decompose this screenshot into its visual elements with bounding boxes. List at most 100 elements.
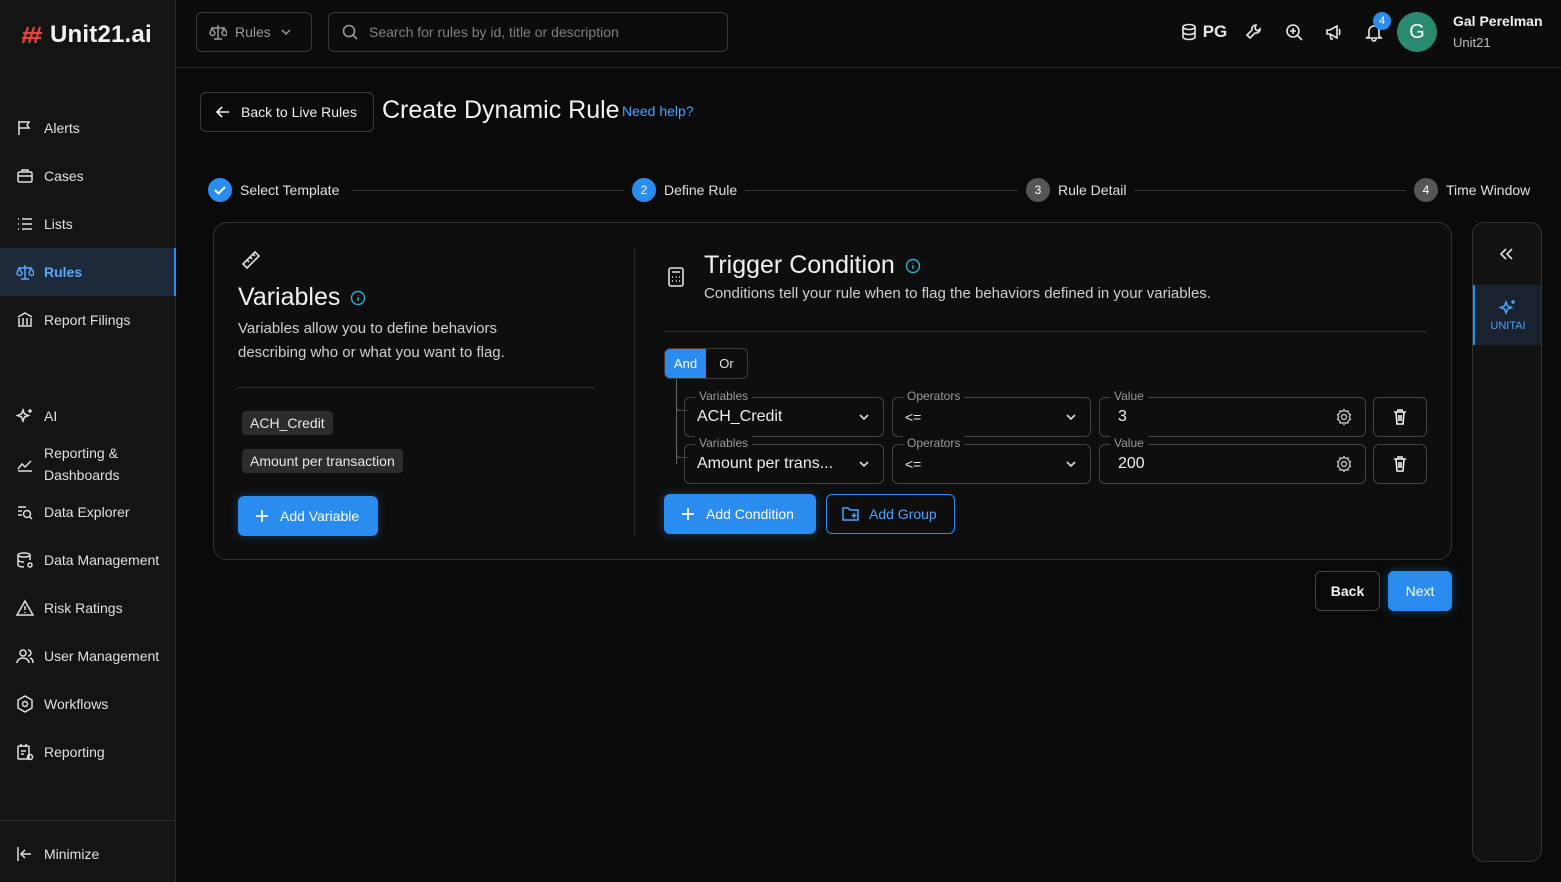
sparkle-icon [1499,299,1515,316]
trash-icon [1394,409,1406,425]
variables-description: Variables allow you to define behaviors … [238,320,505,361]
sidebar-item-lists[interactable]: Lists [0,200,176,248]
stepper-connector [1134,190,1406,191]
announcements-button[interactable] [1314,14,1354,50]
sidebar-item-ai[interactable]: AI [0,392,176,440]
report-icon [17,744,34,761]
add-condition-label: Add Condition [706,506,794,522]
step-define-rule[interactable]: 2 Define Rule [632,178,737,202]
scope-select[interactable]: Rules [196,12,312,52]
user-name: Gal Perelman [1453,13,1543,29]
add-group-button[interactable]: Add Group [826,494,955,534]
sidebar-item-reporting[interactable]: Reporting [0,728,176,776]
sparkle-icon [16,407,32,424]
back-to-live-rules-button[interactable]: Back to Live Rules [200,92,374,132]
step-rule-detail[interactable]: 3 Rule Detail [1026,178,1126,202]
gear-icon[interactable] [1335,455,1353,473]
scale-icon [209,25,227,40]
operator-select[interactable]: Operators <= [892,436,1091,484]
sidebar-item-label: Reporting & Dashboards [44,442,120,486]
operator-value: <= [905,409,922,425]
variable-value: ACH_Credit [697,408,783,425]
info-icon[interactable] [905,258,921,274]
variable-select[interactable]: Variables Amount per trans... [684,436,884,484]
topbar: Rules PG 4 G Gal Perelman Unit21 [176,0,1561,68]
stepper-connector [745,190,1018,191]
topbar-actions: PG 4 [1174,12,1394,50]
step-label: Define Rule [664,182,738,198]
sidebar-item-data-management[interactable]: Data Management [0,536,176,584]
database-label: PG [1202,22,1228,41]
page-title: Create Dynamic Rule [382,96,620,124]
sidebar-item-label: Risk Ratings [44,600,123,616]
variable-select[interactable]: Variables ACH_Credit [684,389,884,437]
trigger-description: Conditions tell your rule when to flag t… [704,285,1211,302]
variable-value: Amount per trans... [697,455,834,472]
briefcase-icon [17,169,33,183]
sidebar-item-label: User Management [44,648,160,664]
chevron-down-icon [1066,461,1076,468]
gear-icon[interactable] [1335,408,1353,426]
delete-condition-button[interactable] [1373,444,1427,484]
gear-flow-icon [17,695,33,713]
avatar[interactable]: G [1397,12,1437,52]
plus-icon [256,510,268,522]
step-number: 4 [1414,178,1438,202]
unitai-tab[interactable]: UNITAI [1473,285,1541,345]
chevron-down-icon [859,461,869,468]
variables-title: Variables [238,283,341,311]
check-icon [214,186,226,195]
add-condition-button[interactable]: Add Condition [664,494,816,534]
arrow-left-icon [215,106,229,118]
sidebar-item-workflows[interactable]: Workflows [0,680,176,728]
variable-chip[interactable]: Amount per transaction [242,449,403,473]
minimize-button[interactable]: Minimize [0,830,176,878]
sidebar-item-reporting-dashboards[interactable]: Reporting & Dashboards [0,440,176,488]
list-icon [18,218,32,230]
value-input[interactable]: Value 200 [1099,436,1366,484]
warning-icon [16,599,34,616]
sidebar-item-label: Cases [44,168,84,184]
chevron-down-icon [281,29,291,36]
operator-select[interactable]: Operators <= [892,389,1091,437]
info-icon[interactable] [350,290,366,306]
sidebar: Unit21.ai Alerts Cases Lists Rules Repor… [0,0,176,882]
sidebar-item-risk-ratings[interactable]: Risk Ratings [0,584,176,632]
variable-chip[interactable]: ACH_Credit [242,411,333,435]
sidebar-item-data-explorer[interactable]: Data Explorer [0,488,176,536]
sidebar-item-user-management[interactable]: User Management [0,632,176,680]
tools-button[interactable] [1234,14,1274,50]
add-variable-button[interactable]: Add Variable [238,496,378,536]
panel-divider [634,247,635,537]
delete-condition-button[interactable] [1373,397,1427,437]
investigate-button[interactable] [1274,14,1314,50]
notifications-button[interactable]: 4 [1354,12,1394,50]
sidebar-item-rules[interactable]: Rules [0,248,176,296]
minimize-label: Minimize [44,846,100,862]
logic-or-option[interactable]: Or [706,349,747,378]
logic-and-option[interactable]: And [665,349,706,378]
sidebar-item-report-filings[interactable]: Report Filings [0,296,176,344]
flag-icon [18,121,31,135]
step-select-template[interactable]: Select Template [208,178,339,202]
sidebar-item-alerts[interactable]: Alerts [0,104,176,152]
search-input[interactable] [369,24,709,40]
step-number: 3 [1026,178,1050,202]
next-button[interactable]: Next [1388,571,1452,611]
value-text: 200 [1118,455,1145,472]
value-input[interactable]: Value 3 [1099,389,1366,437]
trash-icon [1394,456,1406,472]
step-time-window[interactable]: 4 Time Window [1414,178,1530,202]
database-switcher[interactable]: PG [1174,14,1234,50]
step-label: Rule Detail [1058,182,1127,198]
define-rule-card: Variables Variables allow you to define … [213,222,1452,560]
expand-panel-button[interactable] [1495,243,1517,265]
sidebar-item-label-line1: Reporting & [44,445,118,461]
add-variable-label: Add Variable [280,508,360,524]
need-help-link[interactable]: Need help? [622,103,694,119]
wrench-icon [1245,24,1261,40]
step-label: Select Template [240,182,340,198]
sidebar-item-cases[interactable]: Cases [0,152,176,200]
logo[interactable]: Unit21.ai [22,20,152,50]
back-button[interactable]: Back [1315,571,1380,611]
